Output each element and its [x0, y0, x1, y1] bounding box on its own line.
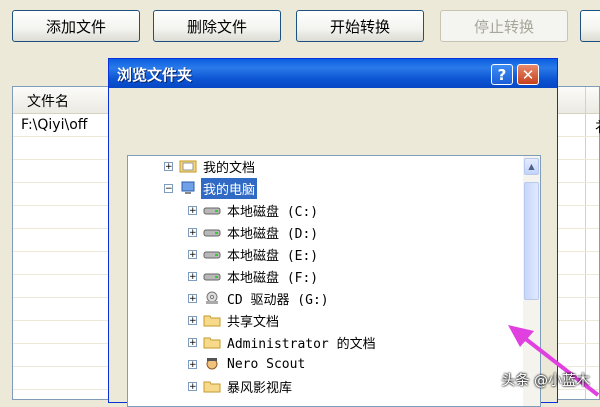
tree-label: 暴风影视库 [227, 380, 293, 396]
expand-icon[interactable]: + [188, 227, 197, 237]
expand-icon[interactable]: + [188, 249, 197, 259]
delete-file-button[interactable]: 删除文件 [153, 10, 281, 42]
tree-label: 本地磁盘 (E:) [227, 248, 319, 264]
expand-icon[interactable]: + [188, 205, 197, 215]
tree-item-drive-e[interactable]: + 本地磁盘 (E:) [188, 244, 320, 264]
expand-icon[interactable]: + [188, 381, 197, 391]
computer-icon [181, 181, 195, 194]
tree-label: 共享文档 [227, 314, 280, 330]
stop-convert-button: 停止转换 [440, 10, 568, 42]
tree-label: Administrator 的文档 [227, 336, 376, 352]
folder-documents-icon [179, 160, 197, 173]
tree-label: 本地磁盘 (F:) [227, 270, 319, 286]
scroll-up-icon[interactable]: ▲ [524, 158, 539, 175]
tree-item-nero-scout[interactable]: + Nero Scout [188, 354, 307, 374]
browse-folder-dialog: 浏览文件夹 ? ✕ + 我的文档 − 我的电脑 + 本地磁盘 (C:) + 本地… [108, 58, 558, 407]
folder-icon [203, 337, 221, 349]
expand-icon[interactable]: + [164, 161, 173, 171]
tree-item-drive-f[interactable]: + 本地磁盘 (F:) [188, 266, 320, 286]
tree-item-storm-library[interactable]: + 暴风影视库 [188, 376, 294, 396]
scroll-thumb[interactable] [524, 182, 539, 300]
expand-icon[interactable]: + [188, 293, 197, 303]
tree-label: CD 驱动器 (G:) [227, 292, 329, 308]
start-convert-button[interactable]: 开始转换 [296, 10, 424, 42]
cd-drive-icon [206, 291, 218, 304]
nero-scout-icon [206, 358, 218, 370]
dialog-title: 浏览文件夹 [117, 66, 193, 84]
disk-drive-icon [203, 229, 221, 237]
tree-item-shared-documents[interactable]: + 共享文档 [188, 310, 281, 330]
right-cell: 衤 [595, 117, 600, 137]
extra-button[interactable] [580, 10, 600, 42]
dialog-titlebar[interactable]: 浏览文件夹 ? ✕ [109, 59, 557, 88]
tree-item-my-documents[interactable]: + 我的文档 [164, 156, 257, 176]
expand-icon[interactable]: + [188, 315, 197, 325]
tree-item-drive-c[interactable]: + 本地磁盘 (C:) [188, 200, 320, 220]
close-button[interactable]: ✕ [517, 64, 539, 85]
folder-icon [203, 315, 221, 327]
help-button[interactable]: ? [491, 64, 513, 85]
column-header-filename[interactable]: 文件名 [27, 91, 69, 111]
disk-drive-icon [203, 251, 221, 259]
tree-item-drive-d[interactable]: + 本地磁盘 (D:) [188, 222, 320, 242]
expand-icon[interactable]: + [188, 359, 197, 369]
collapse-icon[interactable]: − [164, 183, 173, 193]
disk-drive-icon [203, 207, 221, 215]
add-file-button[interactable]: 添加文件 [12, 10, 140, 42]
expand-icon[interactable]: + [188, 271, 197, 281]
tree-label: Nero Scout [227, 356, 306, 372]
tree-label-selected: 我的电脑 [201, 177, 258, 199]
expand-icon[interactable]: + [188, 337, 197, 347]
tree-item-admin-documents[interactable]: + Administrator 的文档 [188, 332, 378, 352]
folder-icon [203, 381, 221, 393]
tree-label: 我的文档 [203, 160, 256, 176]
tree-item-cd-drive[interactable]: + CD 驱动器 (G:) [188, 288, 331, 308]
disk-drive-icon [203, 273, 221, 281]
tree-label: 本地磁盘 (C:) [227, 204, 319, 220]
tree-label: 本地磁盘 (D:) [227, 226, 319, 242]
folder-tree[interactable]: + 我的文档 − 我的电脑 + 本地磁盘 (C:) + 本地磁盘 (D:) + … [127, 155, 541, 407]
tree-item-my-computer[interactable]: − 我的电脑 [164, 177, 258, 199]
watermark: 头条 @小蓝木 [501, 373, 590, 389]
file-path-cell: F:\Qiyi\off [21, 117, 88, 133]
